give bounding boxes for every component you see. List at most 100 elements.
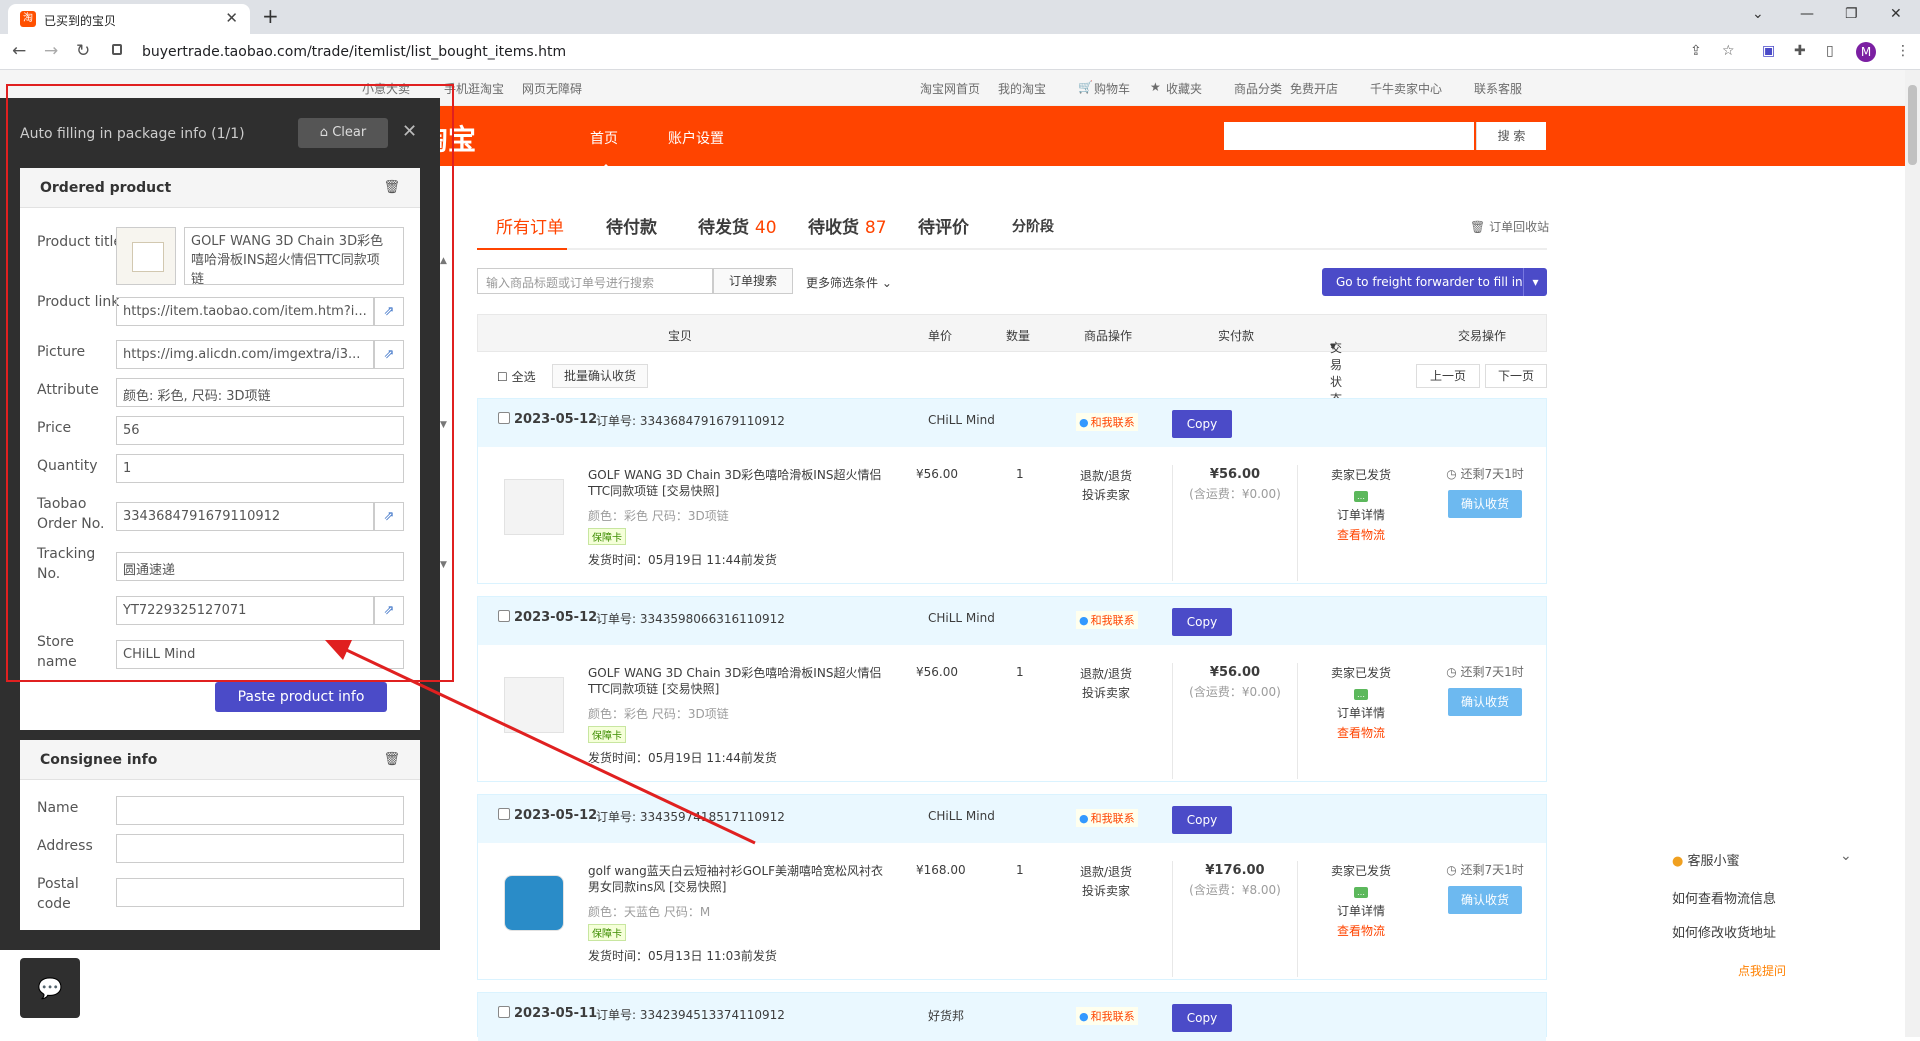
sidepanel-icon[interactable]: ▯ (1826, 43, 1834, 59)
picture-field[interactable]: https://img.alicdn.com/imgextra/i3... (116, 340, 374, 369)
topnav-accessibility[interactable]: 网页无障碍 (522, 80, 582, 97)
copy-button[interactable]: Copy (1172, 410, 1232, 438)
bookmark-star-icon[interactable]: ☆ (1722, 43, 1735, 59)
order-details-link[interactable]: 订单详情 (1298, 505, 1424, 525)
profile-avatar[interactable]: M (1856, 42, 1876, 62)
share-icon[interactable]: ⇪ (1690, 43, 1702, 59)
refund-link[interactable]: 退款/退货 (1080, 863, 1132, 882)
puzzle-icon[interactable]: ✚ (1794, 43, 1806, 59)
topnav-open-store[interactable]: 免费开店 (1290, 80, 1338, 97)
guarantee-badge[interactable]: 保障卡 (588, 726, 626, 743)
contact-seller-button[interactable]: 和我联系 (1076, 1007, 1138, 1025)
header-search-input[interactable] (1224, 122, 1474, 150)
complain-link[interactable]: 投诉卖家 (1080, 684, 1132, 703)
external-link-icon[interactable]: ⇗ (374, 297, 404, 326)
maximize-button[interactable]: ❐ (1845, 6, 1858, 22)
nav-home[interactable]: 首页 (590, 128, 618, 170)
tab-close-icon[interactable]: ✕ (225, 9, 238, 27)
guarantee-badge[interactable]: 保障卡 (588, 924, 626, 941)
product-link-field[interactable]: https://item.taobao.com/item.htm?i... (116, 297, 374, 326)
quantity-field[interactable]: 1 (116, 454, 404, 483)
tab-to-receive[interactable]: 待收货 87 (808, 213, 887, 238)
scrollbar-thumb[interactable] (1908, 85, 1917, 165)
address-field[interactable] (116, 834, 404, 863)
more-filters-dropdown[interactable]: 更多筛选条件 ⌄ (806, 274, 892, 291)
browser-tab[interactable]: 淘 已买到的宝贝 ✕ (8, 4, 250, 34)
tab-installment[interactable]: 分阶段 (1012, 216, 1054, 236)
confirm-receipt-button[interactable]: 确认收货 (1448, 490, 1522, 518)
topnav-categories[interactable]: 商品分类 (1234, 80, 1282, 97)
back-icon[interactable]: ← (12, 41, 26, 61)
header-search-button[interactable]: 搜 索 (1476, 122, 1546, 150)
close-panel-icon[interactable]: ✕ (402, 121, 417, 142)
topnav-seller-center[interactable]: 千牛卖家中心 (1370, 80, 1442, 97)
product-title-field[interactable]: GOLF WANG 3D Chain 3D彩色嘻哈滑板INS超火情侣TTC同款项… (184, 227, 404, 285)
product-title[interactable]: GOLF WANG 3D Chain 3D彩色嘻哈滑板INS超火情侣TTC同款项… (588, 467, 888, 499)
confirm-receipt-button[interactable]: 确认收货 (1448, 886, 1522, 914)
product-thumbnail[interactable] (504, 875, 564, 931)
contact-seller-button[interactable]: 和我联系 (1076, 413, 1138, 431)
page-scrollbar[interactable] (1905, 70, 1920, 1037)
name-field[interactable] (116, 796, 404, 825)
carrier-field[interactable]: 圆通速递 (116, 552, 404, 581)
tab-search-icon[interactable]: ⌄ (1752, 6, 1764, 22)
confirm-receipt-button[interactable]: 确认收货 (1448, 688, 1522, 716)
external-link-icon[interactable]: ⇗ (374, 340, 404, 369)
tab-to-review[interactable]: 待评价 (918, 213, 969, 238)
order-search-button[interactable]: 订单搜索 (713, 268, 793, 294)
topnav-customer-service[interactable]: 联系客服 (1474, 80, 1522, 97)
copy-button[interactable]: Copy (1172, 1004, 1232, 1032)
tab-all-orders[interactable]: 所有订单 (496, 213, 564, 238)
copy-button[interactable]: Copy (1172, 806, 1232, 834)
forward-icon[interactable]: → (44, 41, 58, 61)
order-details-link[interactable]: 订单详情 (1298, 901, 1424, 921)
faq-logistics[interactable]: 如何查看物流信息 (1672, 888, 1776, 907)
external-link-icon[interactable]: ⇗ (374, 596, 404, 625)
prev-page-button[interactable]: 上一页 (1416, 364, 1480, 388)
order-checkbox[interactable] (498, 1006, 510, 1018)
clear-button[interactable]: ⌂ Clear (298, 118, 388, 148)
ask-question-link[interactable]: 点我提问 (1738, 962, 1786, 979)
topnav-favorites[interactable]: 收藏夹 (1166, 80, 1202, 97)
store-name[interactable]: 好货邦 (928, 1007, 964, 1024)
store-name[interactable]: CHiLL Mind (928, 413, 995, 427)
url-field[interactable]: buyertrade.taobao.com/trade/itemlist/lis… (108, 38, 1768, 66)
extension-icon[interactable]: ▣ (1762, 43, 1775, 59)
topnav-my-taobao[interactable]: 我的淘宝 (998, 80, 1046, 97)
refund-link[interactable]: 退款/退货 (1080, 467, 1132, 486)
product-thumbnail[interactable] (504, 479, 564, 535)
message-icon[interactable]: … (1354, 491, 1368, 502)
price-field[interactable]: 56 (116, 416, 404, 445)
new-tab-button[interactable]: + (262, 4, 279, 28)
next-page-button[interactable]: 下一页 (1485, 364, 1547, 388)
topnav-home[interactable]: 淘宝网首页 (920, 80, 980, 97)
guarantee-badge[interactable]: 保障卡 (588, 528, 626, 545)
contact-seller-button[interactable]: 和我联系 (1076, 809, 1138, 827)
store-name[interactable]: CHiLL Mind (928, 611, 995, 625)
postal-code-field[interactable] (116, 878, 404, 907)
message-icon[interactable]: … (1354, 689, 1368, 700)
trash-icon[interactable]: 🗑 (383, 180, 400, 195)
view-logistics-link[interactable]: 查看物流 (1298, 921, 1424, 941)
tracking-no-field[interactable]: YT7229325127071 (116, 596, 374, 625)
tab-to-ship[interactable]: 待发货 40 (698, 213, 777, 238)
reload-icon[interactable]: ↻ (76, 41, 90, 61)
topnav-mobile[interactable]: 手机逛淘宝 (444, 80, 504, 97)
view-logistics-link[interactable]: 查看物流 (1298, 525, 1424, 545)
order-checkbox[interactable] (498, 610, 510, 622)
collapse-chevron-icon[interactable]: ⌄ (1840, 848, 1852, 864)
product-thumbnail[interactable] (504, 677, 564, 733)
order-details-link[interactable]: 订单详情 (1298, 703, 1424, 723)
paste-product-info-button[interactable]: Paste product info (215, 682, 387, 712)
trash-icon[interactable]: 🗑 (383, 752, 400, 767)
tab-unpaid[interactable]: 待付款 (606, 213, 657, 238)
order-recycle-bin[interactable]: 🗑 订单回收站 (1470, 218, 1549, 235)
topnav-cart[interactable]: 购物车 (1094, 80, 1130, 97)
product-title[interactable]: GOLF WANG 3D Chain 3D彩色嘻哈滑板INS超火情侣TTC同款项… (588, 665, 888, 697)
batch-confirm-button[interactable]: 批量确认收货 (552, 364, 648, 388)
minimize-button[interactable]: — (1800, 6, 1814, 22)
view-logistics-link[interactable]: 查看物流 (1298, 723, 1424, 743)
caret-down-icon[interactable]: ▾ (1523, 268, 1547, 296)
attribute-field[interactable]: 颜色: 彩色, 尺码: 3D项链 (116, 378, 404, 407)
chat-bubble-icon[interactable]: 💬 (20, 958, 80, 1018)
